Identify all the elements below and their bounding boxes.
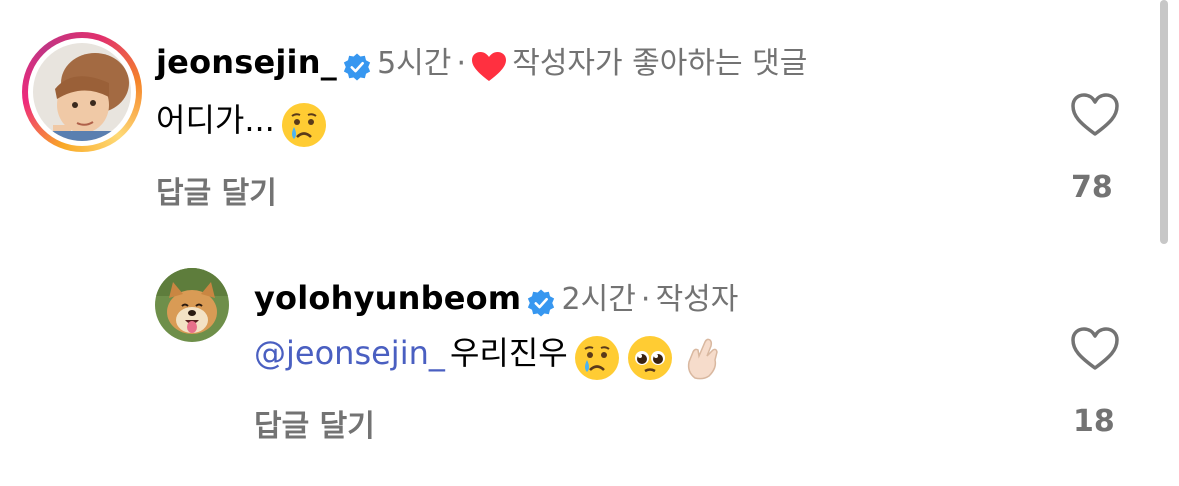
separator: · — [456, 46, 467, 81]
like-count: 78 — [1071, 170, 1113, 205]
comment-header: jeonsejin_ 5시간 · 작성자가 좋아하는 댓글 — [156, 38, 807, 87]
story-ring-avatar[interactable] — [22, 32, 142, 152]
mention-link[interactable]: @jeonsejin_ — [254, 334, 445, 372]
comment-text-row: 어디가... — [156, 95, 328, 153]
timestamp: 2시간 — [561, 282, 636, 317]
heart-outline-icon — [1071, 327, 1119, 370]
comment-text-row: @jeonsejin_ 우리진우 — [254, 328, 727, 386]
reply-button[interactable]: 답글 달기 — [254, 401, 375, 445]
heart-outline-icon — [1071, 93, 1119, 136]
like-button[interactable] — [1070, 92, 1120, 142]
crying-face-emoji — [280, 101, 328, 153]
separator: · — [640, 282, 651, 317]
like-count: 18 — [1073, 404, 1115, 439]
liked-by-author-label: 작성자가 좋아하는 댓글 — [512, 46, 808, 81]
comment-header: yolohyunbeom 2시간 · 작성자 — [254, 274, 738, 322]
pleading-face-emoji — [626, 334, 674, 386]
red-heart-icon — [471, 51, 507, 87]
author-tag: 작성자 — [655, 282, 739, 317]
comments-panel: jeonsejin_ 5시간 · 작성자가 좋아하는 댓글 어디가... 답글 … — [0, 0, 1179, 486]
comment-text: 어디가... — [156, 101, 275, 139]
avatar[interactable] — [155, 268, 229, 342]
avatar — [33, 43, 131, 141]
username[interactable]: yolohyunbeom — [254, 279, 521, 317]
comment-text: 우리진우 — [449, 334, 568, 372]
username[interactable]: jeonsejin_ — [156, 43, 337, 81]
crying-face-emoji — [573, 334, 621, 386]
verified-badge-icon — [526, 288, 556, 322]
like-button[interactable] — [1070, 326, 1120, 376]
reply-button[interactable]: 답글 달기 — [156, 168, 277, 212]
timestamp: 5시간 — [377, 46, 452, 81]
scrollbar[interactable] — [1160, 0, 1168, 244]
finger-heart-emoji — [679, 334, 727, 386]
verified-badge-icon — [342, 52, 372, 86]
